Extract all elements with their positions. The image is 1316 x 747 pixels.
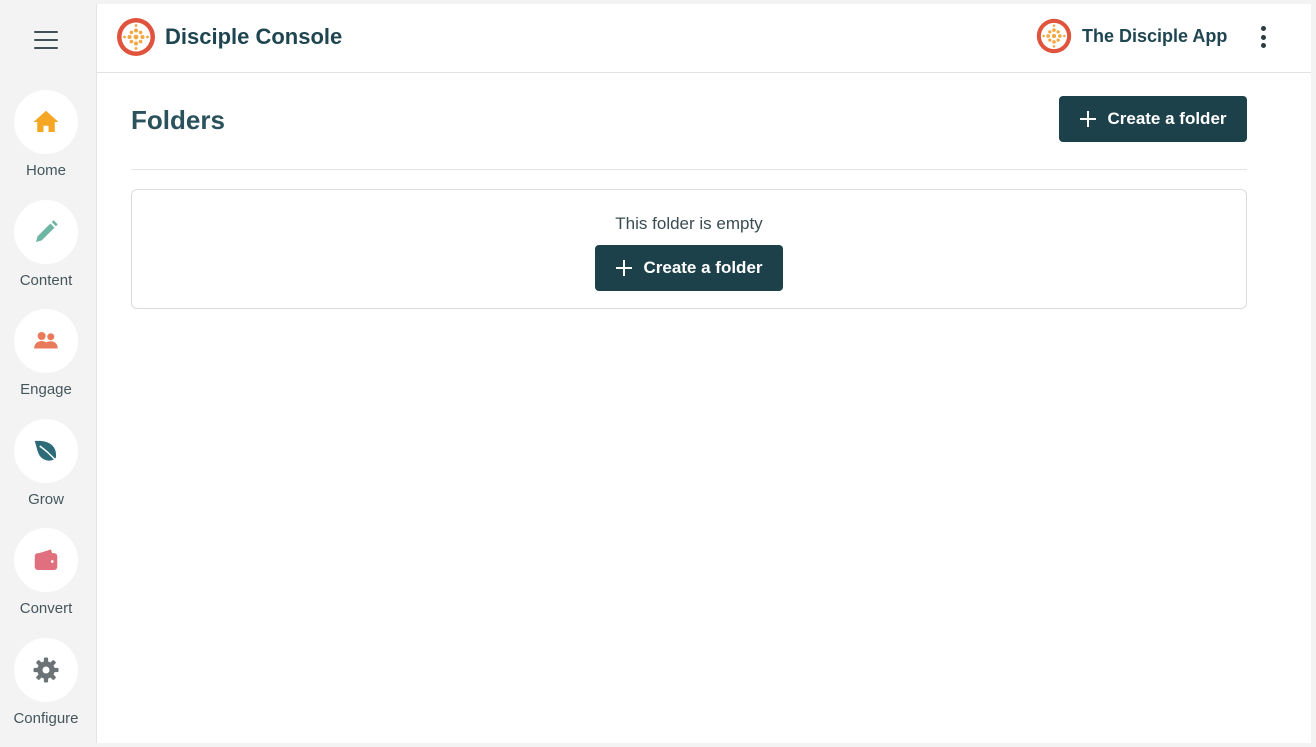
sidebar-item-label: Content [19, 272, 73, 289]
app-switcher[interactable]: The Disciple App [1082, 23, 1227, 49]
sidebar-item-configure[interactable]: Configure [0, 638, 92, 734]
page-title: Folders [131, 105, 225, 135]
gear-icon [14, 638, 78, 702]
top-bar: Disciple Console The Disciple App [97, 4, 1311, 73]
main-panel: Disciple Console The Disciple App Folder… [96, 4, 1311, 743]
create-folder-button[interactable]: Create a folder [1059, 96, 1247, 142]
create-folder-button-label: Create a folder [1107, 109, 1227, 128]
sidebar-item-grow[interactable]: Grow [0, 419, 92, 515]
wallet-icon [14, 528, 78, 592]
sidebar-item-label: Configure [13, 710, 79, 727]
leaf-icon [14, 419, 78, 483]
sidebar-item-label: Engage [20, 381, 72, 398]
people-icon [14, 309, 78, 373]
sidebar-item-engage[interactable]: Engage [0, 309, 92, 405]
empty-create-folder-button[interactable]: Create a folder [595, 245, 783, 291]
pencil-icon [14, 200, 78, 264]
sidebar-item-home[interactable]: Home [0, 90, 92, 186]
sidebar-item-label: Home [25, 162, 66, 179]
menu-icon[interactable] [34, 31, 58, 49]
empty-state-card: This folder is empty Create a folder [131, 189, 1247, 309]
empty-state-message: This folder is empty [615, 214, 763, 233]
brand-title: Disciple Console [165, 24, 343, 49]
brand-logo-icon [117, 18, 155, 56]
home-icon [14, 90, 78, 154]
more-options-icon[interactable] [1255, 24, 1271, 50]
app-logo-icon [1036, 18, 1072, 54]
empty-create-folder-button-label: Create a folder [643, 258, 763, 277]
sidebar: Home Content Engage Grow Convert Configu… [0, 0, 92, 747]
sidebar-item-content[interactable]: Content [0, 200, 92, 296]
divider [131, 169, 1247, 170]
plus-icon [1080, 111, 1097, 127]
sidebar-item-label: Grow [28, 491, 64, 508]
sidebar-item-convert[interactable]: Convert [0, 528, 92, 624]
plus-icon [616, 260, 633, 276]
sidebar-item-label: Convert [19, 600, 73, 617]
